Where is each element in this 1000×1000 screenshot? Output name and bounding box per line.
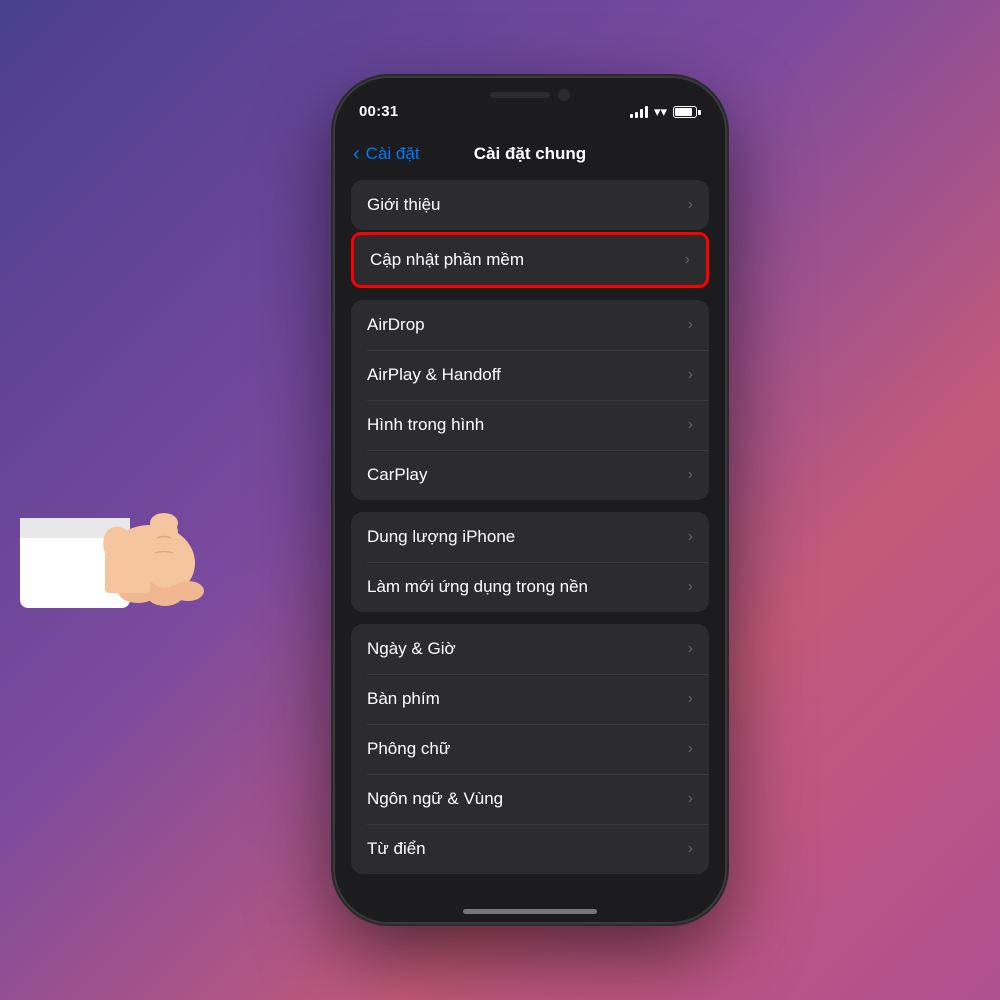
notch xyxy=(450,78,610,112)
settings-row-dungiphone[interactable]: Dung lượng iPhone › xyxy=(351,512,709,562)
settings-row-carplay[interactable]: CarPlay › xyxy=(351,450,709,500)
settings-group-3-inner: Dung lượng iPhone › Làm mới ứng dụng tro… xyxy=(351,512,709,612)
chevron-icon-gioithieu: › xyxy=(688,196,693,214)
home-indicator xyxy=(463,909,597,914)
chevron-icon-ngonngu: › xyxy=(688,790,693,808)
chevron-icon-tudien: › xyxy=(688,840,693,858)
settings-row-ngonngu[interactable]: Ngôn ngữ & Vùng › xyxy=(351,774,709,824)
chevron-icon-airplay: › xyxy=(688,366,693,384)
settings-scroll-area[interactable]: Giới thiệu › Cập nhật phần mềm › AirDrop xyxy=(335,180,725,888)
hand-illustration xyxy=(20,423,290,643)
iphone-frame: 00:31 ▾▾ ‹ Cài đặt xyxy=(335,78,725,922)
chevron-icon-carplay: › xyxy=(688,466,693,484)
settings-label-airdrop: AirDrop xyxy=(367,315,425,335)
notch-camera xyxy=(558,89,570,101)
nav-back-label: Cài đặt xyxy=(366,144,420,164)
screen-content: 00:31 ▾▾ ‹ Cài đặt xyxy=(335,78,725,922)
settings-label-gioithieu: Giới thiệu xyxy=(367,195,441,215)
chevron-icon-airdrop: › xyxy=(688,316,693,334)
settings-label-hinhtronghinh: Hình trong hình xyxy=(367,415,484,435)
settings-group-4-inner: Ngày & Giờ › Bàn phím › Phông chữ › Ngôn… xyxy=(351,624,709,874)
chevron-icon-banphim: › xyxy=(688,690,693,708)
settings-row-banphim[interactable]: Bàn phím › xyxy=(351,674,709,724)
settings-row-lammoiungdung[interactable]: Làm mới ứng dụng trong nền › xyxy=(351,562,709,612)
chevron-icon-hinhtronghinh: › xyxy=(688,416,693,434)
settings-group-1-inner: Giới thiệu › xyxy=(351,180,709,230)
chevron-icon-lammoiungdung: › xyxy=(688,578,693,596)
settings-group-4: Ngày & Giờ › Bàn phím › Phông chữ › Ngôn… xyxy=(351,624,709,874)
wifi-icon: ▾▾ xyxy=(654,104,667,120)
signal-bars-icon xyxy=(630,106,648,118)
settings-group-3: Dung lượng iPhone › Làm mới ứng dụng tro… xyxy=(351,512,709,612)
settings-row-airdrop[interactable]: AirDrop › xyxy=(351,300,709,350)
settings-label-capnhat: Cập nhật phần mềm xyxy=(370,250,524,270)
chevron-icon-dungiphone: › xyxy=(688,528,693,546)
settings-label-airplay: AirPlay & Handoff xyxy=(367,365,501,385)
settings-row-capnhat[interactable]: Cập nhật phần mềm › xyxy=(354,235,706,285)
settings-label-banphim: Bàn phím xyxy=(367,689,440,709)
settings-label-ngaygio: Ngày & Giờ xyxy=(367,639,456,659)
settings-row-airplay[interactable]: AirPlay & Handoff › xyxy=(351,350,709,400)
page-title: Cài đặt chung xyxy=(474,128,586,180)
chevron-icon-ngaygio: › xyxy=(688,640,693,658)
settings-label-ngonngu: Ngôn ngữ & Vùng xyxy=(367,789,503,809)
settings-label-phongchu: Phông chữ xyxy=(367,739,450,759)
settings-group-1: Giới thiệu › Cập nhật phần mềm › xyxy=(351,180,709,288)
settings-label-carplay: CarPlay xyxy=(367,465,427,485)
settings-label-lammoiungdung: Làm mới ứng dụng trong nền xyxy=(367,577,588,597)
highlighted-row-wrapper: Cập nhật phần mềm › xyxy=(351,232,709,288)
settings-label-tudien: Từ điển xyxy=(367,839,426,859)
battery-icon xyxy=(673,106,701,118)
settings-row-hinhtronghinh[interactable]: Hình trong hình › xyxy=(351,400,709,450)
settings-label-dungiphone: Dung lượng iPhone xyxy=(367,527,515,547)
settings-row-tudien[interactable]: Từ điển › xyxy=(351,824,709,874)
back-chevron-icon: ‹ xyxy=(353,143,360,166)
status-time: 00:31 xyxy=(359,103,398,120)
chevron-icon-capnhat: › xyxy=(685,251,690,269)
settings-group-2-inner: AirDrop › AirPlay & Handoff › Hình trong… xyxy=(351,300,709,500)
chevron-icon-phongchu: › xyxy=(688,740,693,758)
settings-row-ngaygio[interactable]: Ngày & Giờ › xyxy=(351,624,709,674)
settings-row-phongchu[interactable]: Phông chữ › xyxy=(351,724,709,774)
settings-row-gioithieu[interactable]: Giới thiệu › xyxy=(351,180,709,230)
settings-group-2: AirDrop › AirPlay & Handoff › Hình trong… xyxy=(351,300,709,500)
status-icons: ▾▾ xyxy=(630,104,701,120)
notch-speaker xyxy=(490,92,550,98)
nav-back-button[interactable]: ‹ Cài đặt xyxy=(353,128,420,180)
